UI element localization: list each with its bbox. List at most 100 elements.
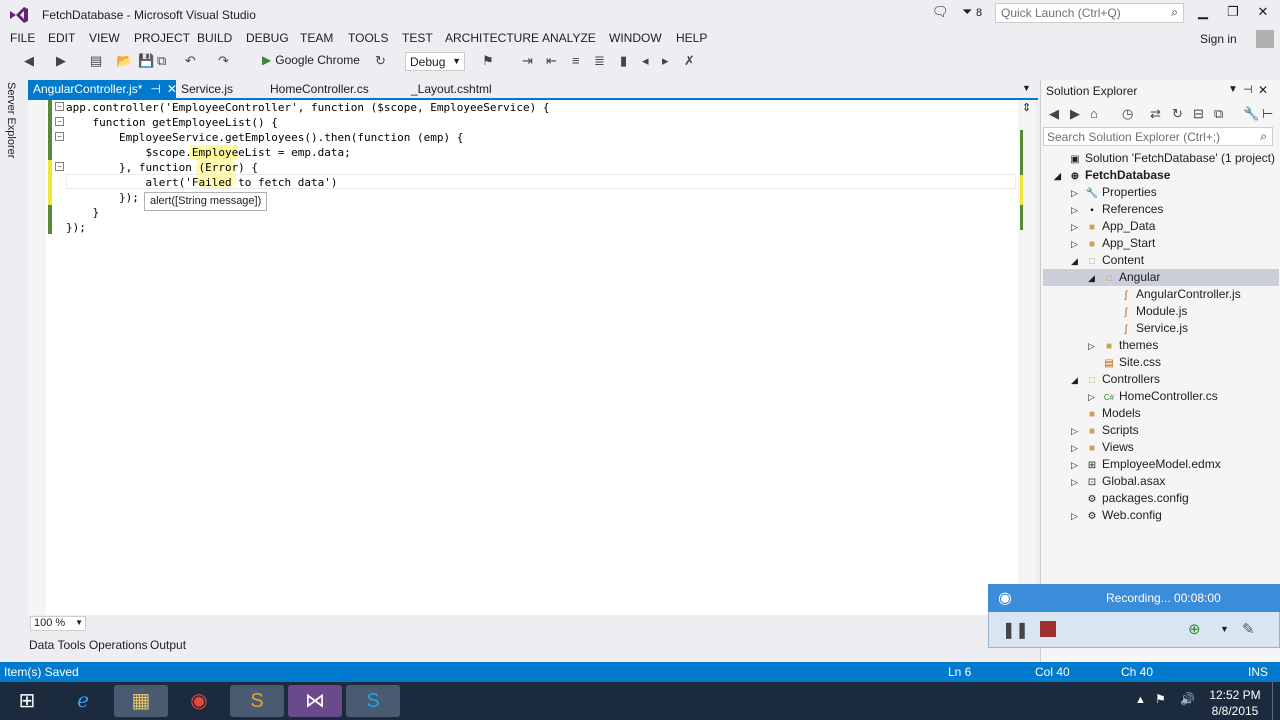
save-icon[interactable]: 💾 [138,53,154,69]
tree-item-references[interactable]: ▷ ▪ References [1071,201,1163,218]
close-icon[interactable]: ✕ [1258,83,1268,97]
tree-item-module[interactable]: ʃ Module.js [1105,303,1187,320]
tab-data-tools[interactable]: Data Tools Operations [29,638,148,652]
forward-icon[interactable]: ▶ [1070,106,1080,122]
tree-item-solution[interactable]: ▣ Solution 'FetchDatabase' (1 project) [1054,150,1275,167]
feedback-icon[interactable]: 🗨 [932,4,949,20]
expanded-icon[interactable]: ◢ [1071,372,1085,389]
back-icon[interactable]: ◀ [1049,106,1059,122]
show-hidden-icons-icon[interactable]: ▲ [1135,694,1146,706]
menu-help[interactable]: HELP [676,31,707,45]
tree-item-angular[interactable]: ◢ □ Angular [1043,269,1279,286]
preview-icon[interactable]: ⊢ [1262,106,1273,122]
tab-angularcontroller[interactable]: AngularController.js* ⊣ ✕ [28,80,177,99]
split-icon[interactable]: ⇕ [1022,101,1031,114]
close-button[interactable]: ✕ [1250,4,1276,20]
tab-homecontroller[interactable]: HomeController.cs [265,80,374,99]
menu-test[interactable]: TEST [402,31,433,45]
tree-item-service[interactable]: ʃ Service.js [1105,320,1188,337]
panel-menu-icon[interactable]: ▼ [1228,84,1238,95]
tree-item-views[interactable]: ▷ ■ Views [1071,439,1134,456]
tree-item-web-config[interactable]: ▷ ⚙ Web.config [1071,507,1162,524]
collapsed-icon[interactable]: ▷ [1071,457,1085,474]
start-button-icon[interactable]: ⊞ [0,685,54,717]
menu-file[interactable]: FILE [10,31,35,45]
tree-item-homecontroller[interactable]: ▷ C# HomeController.cs [1088,388,1218,405]
show-desktop-button[interactable] [1272,682,1280,720]
collapsed-icon[interactable]: ▷ [1088,389,1102,406]
zoom-dropdown[interactable]: 100 % ▼ [30,616,86,631]
forward-icon[interactable]: ▶ [56,53,66,69]
menu-edit[interactable]: EDIT [48,31,75,45]
indent-icon[interactable]: ⇥ [522,53,533,69]
collapsed-icon[interactable]: ▷ [1071,440,1085,457]
redo-icon[interactable]: ↷ [218,53,229,69]
tree-item-global-asax[interactable]: ▷ ⊡ Global.asax [1071,473,1165,490]
collapsed-icon[interactable]: ▷ [1071,474,1085,491]
fold-collapse-icon[interactable]: − [55,162,64,171]
collapse-all-icon[interactable]: ⊟ [1193,106,1204,122]
tree-item-project[interactable]: ◢ ⊕ FetchDatabase [1054,167,1170,184]
avatar[interactable] [1256,30,1274,48]
volume-icon[interactable]: 🔊 [1180,692,1195,706]
menu-view[interactable]: VIEW [89,31,120,45]
tab-overflow-icon[interactable]: ▼ [1022,83,1031,93]
pause-icon[interactable]: ❚❚ [1002,620,1029,640]
tree-item-app-start[interactable]: ▷ ■ App_Start [1071,235,1155,252]
expanded-icon[interactable]: ◢ [1071,253,1085,270]
quick-launch-input[interactable]: Quick Launch (Ctrl+Q) ⌕ [995,3,1184,23]
collapsed-icon[interactable]: ▷ [1071,508,1085,525]
pending-changes-icon[interactable]: ◷ [1122,106,1133,122]
properties-icon[interactable]: 🔧 [1243,106,1259,122]
tab-layout[interactable]: _Layout.cshtml [406,80,497,99]
run-button[interactable]: ▶ Google Chrome [262,53,360,67]
tab-output[interactable]: Output [150,638,186,652]
collapsed-icon[interactable]: ▷ [1088,338,1102,355]
tree-item-content[interactable]: ◢ □ Content [1071,252,1144,269]
menu-tools[interactable]: TOOLS [348,31,388,45]
tree-item-employeemodel[interactable]: ▷ ⊞ EmployeeModel.edmx [1071,456,1221,473]
sign-in-link[interactable]: Sign in [1200,32,1237,46]
save-all-icon[interactable]: ⧉ [157,53,166,69]
refresh-icon[interactable]: ↻ [375,53,386,69]
undo-icon[interactable]: ↶ [185,53,196,69]
clear-bookmarks-icon[interactable]: ✗ [684,53,695,69]
internet-explorer-icon[interactable]: ℯ [56,685,110,717]
tree-item-app-data[interactable]: ▷ ■ App_Data [1071,218,1155,235]
uncomment-icon[interactable]: ≣ [594,53,605,69]
pen-icon[interactable]: ✎ [1242,620,1255,638]
visual-studio-icon[interactable]: ⋈ [288,685,342,717]
menu-analyze[interactable]: ANALYZE [542,31,596,45]
tree-item-packages-config[interactable]: ⚙ packages.config [1071,490,1189,507]
menu-debug[interactable]: DEBUG [246,31,289,45]
configuration-dropdown[interactable]: Debug ▼ [405,52,465,71]
tree-item-properties[interactable]: ▷ 🔧 Properties [1071,184,1157,201]
pin-icon[interactable]: ⊣ [1243,83,1253,96]
collapsed-icon[interactable]: ▷ [1071,219,1085,236]
menu-build[interactable]: BUILD [197,31,232,45]
menu-project[interactable]: PROJECT [134,31,190,45]
outdent-icon[interactable]: ⇤ [546,53,557,69]
tree-item-angularcontroller[interactable]: ʃ AngularController.js [1105,286,1241,303]
server-explorer-tab[interactable]: Server Explorer [0,80,22,640]
refresh-icon[interactable]: ↻ [1172,106,1183,122]
collapsed-icon[interactable]: ▷ [1071,236,1085,253]
fold-collapse-icon[interactable]: − [55,102,64,111]
tree-item-site-css[interactable]: ▤ Site.css [1088,354,1161,371]
tree-item-themes[interactable]: ▷ ■ themes [1088,337,1158,354]
sublime-text-icon[interactable]: S [230,685,284,717]
comment-icon[interactable]: ≡ [572,53,580,68]
menu-architecture[interactable]: ARCHITECTURE [445,31,539,45]
find-icon[interactable]: ⚑ [482,53,494,69]
expanded-icon[interactable]: ◢ [1088,270,1102,287]
collapsed-icon[interactable]: ▷ [1071,185,1085,202]
tab-service[interactable]: Service.js [176,80,238,99]
chevron-down-icon[interactable]: ▼ [1220,624,1229,634]
webcam-icon[interactable]: ⊕ [1188,620,1201,638]
home-icon[interactable]: ⌂ [1090,106,1098,121]
next-bookmark-icon[interactable]: ▸ [662,53,669,69]
file-explorer-icon[interactable]: ▦ [114,685,168,717]
sync-icon[interactable]: ⇄ [1150,106,1161,122]
minimize-button[interactable]: ▁ [1190,4,1216,20]
chrome-icon[interactable]: ◉ [172,685,226,717]
